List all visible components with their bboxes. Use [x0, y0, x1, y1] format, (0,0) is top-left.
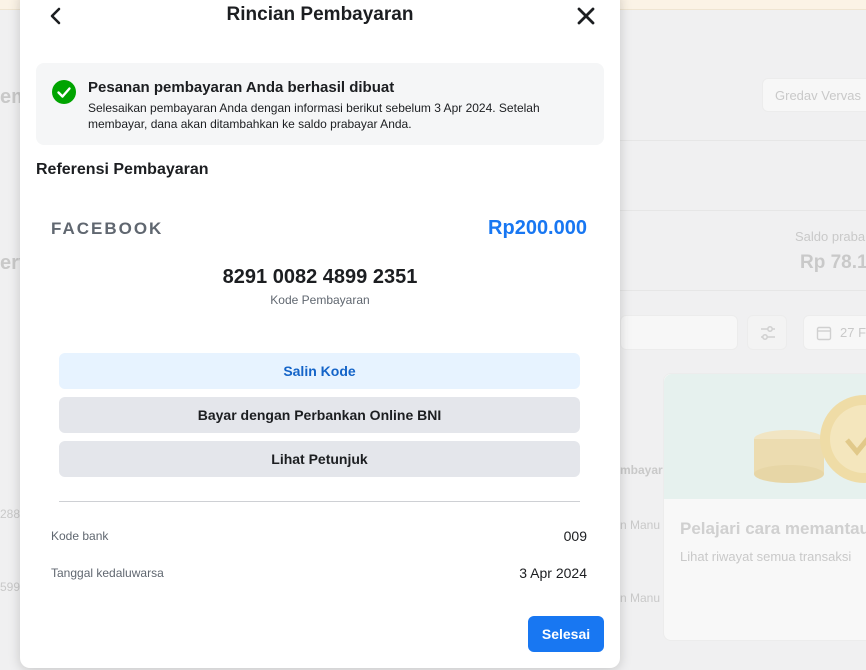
bg-promo-subtitle: Lihat riwayat semua transaksi: [680, 549, 852, 564]
copy-code-button[interactable]: Salin Kode: [59, 353, 580, 389]
bg-date-picker: 27 F: [803, 315, 866, 350]
modal-title: Rincian Pembayaran: [226, 4, 414, 25]
bg-search-field: [620, 315, 738, 350]
notice-title: Pesanan pembayaran Anda berhasil dibuat: [88, 79, 395, 96]
done-button[interactable]: Selesai: [528, 616, 604, 652]
bg-balance-value: Rp 78.1: [800, 252, 866, 273]
bg-promo-title: Pelajari cara memantau: [680, 519, 866, 538]
close-icon: [577, 7, 595, 25]
bank-code-label: Kode bank: [51, 529, 109, 543]
payment-details-modal: Rincian Pembayaran Pesanan pembayaran An…: [20, 0, 620, 668]
check-circle-icon: [52, 80, 76, 104]
payment-code-label: Kode Pembayaran: [270, 293, 370, 307]
payment-code: 8291 0082 4899 2351: [222, 266, 418, 288]
bg-promo-illustration: [664, 374, 866, 499]
success-notice: Pesanan pembayaran Anda berhasil dibuat …: [36, 63, 604, 145]
modal-header: Rincian Pembayaran: [20, 0, 620, 34]
bg-row-fragment: n Manu: [620, 518, 661, 532]
bg-account-selector: Gredav Vervas: [762, 78, 866, 112]
pay-online-bni-button[interactable]: Bayar dengan Perbankan Online BNI: [59, 397, 580, 433]
bg-promo-card: Pelajari cara memantau Lihat riwayat sem…: [663, 373, 866, 641]
bg-account-name: Gredav Vervas: [775, 88, 861, 103]
merchant-name: FACEBOOK: [51, 219, 164, 238]
bg-left-fragment: 288: [0, 507, 21, 521]
coin-illustration-icon: [754, 395, 866, 483]
view-guide-button[interactable]: Lihat Petunjuk: [59, 441, 580, 477]
expiry-date-label: Tanggal kedaluwarsa: [51, 566, 164, 580]
sliders-icon: [761, 326, 775, 340]
close-button[interactable]: [574, 4, 598, 28]
section-title: Referensi Pembayaran: [36, 161, 209, 178]
calendar-icon: [816, 326, 832, 341]
notice-body: Selesaikan pembayaran Anda dengan inform…: [88, 101, 540, 131]
bg-left-fragment: 599: [0, 580, 21, 594]
bg-column-header: mbayar: [620, 463, 663, 477]
bg-date-text: 27 F: [840, 325, 866, 340]
bg-filter-button: [747, 315, 787, 350]
bg-balance-label: Saldo praba: [795, 229, 866, 244]
bg-row-fragment: n Manu: [620, 591, 661, 605]
divider: [59, 501, 580, 502]
payment-amount: Rp200.000: [488, 217, 587, 239]
expiry-date-value: 3 Apr 2024: [519, 565, 587, 581]
bank-code-value: 009: [563, 528, 587, 544]
